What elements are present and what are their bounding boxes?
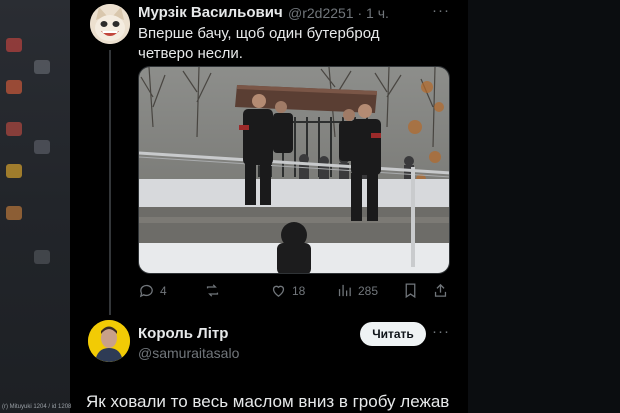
author-handle[interactable]: @r2d2251 · 1 ч.: [288, 5, 389, 21]
blurred-icon: [34, 140, 50, 154]
timeline: Мурзік Васильович @r2d2251 · 1 ч. ··· Вп…: [70, 0, 468, 413]
tweet-text: Вперше бачу, щоб один бутерброд четверо …: [138, 25, 380, 62]
more-options-button[interactable]: ···: [432, 2, 450, 19]
thread-connector-line: [109, 50, 111, 315]
blurred-icon: [6, 122, 22, 136]
blurred-icon: [6, 80, 22, 94]
blurred-icon: [6, 164, 22, 178]
retweet-button[interactable]: [204, 282, 226, 299]
author-handle-text: @r2d2251: [288, 5, 354, 21]
cat-face-icon: [90, 4, 130, 44]
background-left-panel: [0, 0, 70, 413]
blurred-icon: [34, 60, 50, 74]
watermark-text: (r) Mituyuki 1204 / id 1208: [2, 404, 72, 410]
reply-button[interactable]: 4: [138, 282, 167, 299]
views-button[interactable]: 285: [336, 282, 378, 299]
funeral-photo-image: [139, 67, 449, 273]
tweet-actions-bar: 4 18 285: [138, 282, 450, 302]
tweet-photo[interactable]: [138, 66, 450, 274]
follow-button[interactable]: Читать: [360, 322, 426, 346]
portrait-icon: [88, 320, 130, 362]
like-count: 18: [292, 283, 306, 298]
blurred-icon: [34, 250, 50, 264]
author-handle[interactable]: @samuraitasalo: [138, 345, 239, 361]
blurred-icon: [6, 206, 22, 220]
share-button[interactable]: [432, 282, 449, 299]
more-options-button[interactable]: ···: [432, 323, 450, 340]
reply-count: 4: [160, 283, 167, 298]
timestamp[interactable]: 1 ч.: [366, 5, 389, 21]
avatar-king-litr[interactable]: [88, 320, 130, 362]
author-name[interactable]: Король Літр: [138, 325, 228, 342]
share-icon: [434, 283, 447, 297]
avatar-cat[interactable]: [90, 4, 130, 44]
tweet-text: Як ховали то весь маслом вниз в гробу ле…: [86, 392, 450, 411]
reply-icon: [139, 284, 153, 298]
bookmark-button[interactable]: [402, 282, 419, 299]
background-right-panel: [468, 0, 620, 413]
views-icon: [338, 284, 351, 297]
like-button[interactable]: 18: [270, 282, 305, 299]
time-separator: ·: [357, 5, 363, 21]
blurred-icon: [6, 38, 22, 52]
views-count: 285: [358, 283, 379, 298]
bookmark-icon: [405, 283, 416, 299]
like-icon: [272, 285, 285, 297]
retweet-icon: [206, 284, 219, 297]
author-name[interactable]: Мурзік Васильович: [138, 4, 283, 21]
